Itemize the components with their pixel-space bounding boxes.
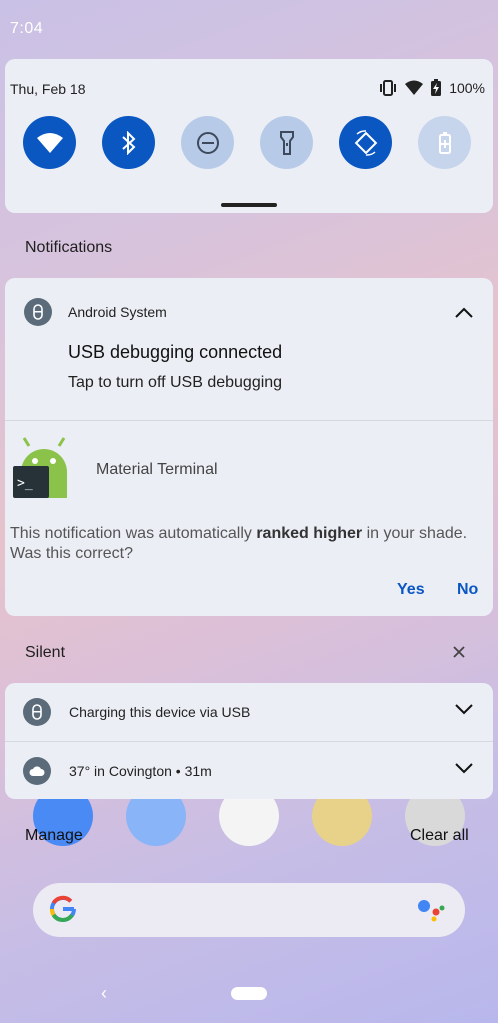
tile-bluetooth[interactable] [102, 116, 155, 169]
nav-back-icon[interactable]: ‹ [101, 983, 107, 1004]
chevron-down-icon[interactable] [455, 762, 473, 774]
silent-item-weather[interactable]: 37° in Covington • 31m [5, 742, 493, 799]
chevron-down-icon[interactable] [455, 703, 473, 715]
qs-date[interactable]: Thu, Feb 18 [10, 81, 86, 97]
status-time: 7:04 [10, 20, 44, 37]
notification-title: USB debugging connected [68, 342, 283, 362]
nav-home-pill[interactable] [231, 987, 267, 1000]
quick-tiles [23, 116, 471, 169]
qs-status-icons: 100% [379, 79, 485, 96]
silent-item-charging[interactable]: Charging this device via USB [5, 683, 493, 741]
google-search-bar[interactable] [33, 883, 465, 937]
silent-item-text: Charging this device via USB [69, 704, 251, 720]
feedback-pre: This notification was automatically [10, 525, 257, 542]
notifications-heading: Notifications [25, 239, 113, 256]
ranking-feedback-text: This notification was automatically rank… [10, 524, 480, 564]
manage-button[interactable]: Manage [25, 827, 83, 845]
silent-heading: Silent [25, 644, 66, 661]
battery-saver-icon [438, 131, 451, 154]
tile-do-not-disturb[interactable] [181, 116, 234, 169]
feedback-bold: ranked higher [256, 525, 363, 542]
app-name: Android System [68, 304, 167, 320]
wifi-icon [36, 132, 63, 153]
terminal-app-name: Material Terminal [96, 461, 218, 478]
silent-notifications-card: Charging this device via USB 37° in Covi… [5, 683, 493, 799]
weather-cloud-icon [23, 757, 51, 785]
tile-flashlight[interactable] [260, 116, 313, 169]
assistant-icon[interactable] [417, 898, 447, 922]
yes-button[interactable]: Yes [397, 581, 425, 599]
auto-rotate-icon [354, 129, 377, 156]
qs-drag-handle[interactable] [221, 203, 277, 207]
battery-charging-icon [431, 79, 442, 96]
svg-text:>_: >_ [17, 476, 33, 491]
wifi-signal-icon [405, 80, 424, 95]
tile-wifi[interactable] [23, 116, 76, 169]
silent-item-text: 37° in Covington • 31m [69, 763, 212, 779]
google-logo-icon [50, 895, 76, 923]
bluetooth-icon [121, 130, 135, 155]
clear-all-button[interactable]: Clear all [410, 827, 469, 845]
close-silent-icon[interactable] [453, 646, 465, 658]
notification-text: Tap to turn off USB debugging [68, 374, 283, 391]
no-button[interactable]: No [457, 581, 478, 599]
quick-settings-panel: Thu, Feb 18 100% [5, 59, 493, 213]
tile-auto-rotate[interactable] [339, 116, 392, 169]
usb-debugging-notification[interactable]: Android System USB debugging connected T… [5, 278, 493, 616]
chevron-up-icon[interactable] [455, 306, 473, 318]
divider [5, 420, 493, 421]
android-system-icon [24, 298, 52, 326]
do-not-disturb-icon [196, 131, 219, 154]
battery-percent: 100% [449, 79, 485, 96]
vibrate-icon [380, 79, 397, 96]
tile-battery-saver[interactable] [418, 116, 471, 169]
notification-header: Android System [24, 298, 167, 326]
material-terminal-app-icon: >_ [13, 437, 67, 498]
flashlight-icon [279, 130, 294, 155]
android-system-icon [23, 698, 51, 726]
